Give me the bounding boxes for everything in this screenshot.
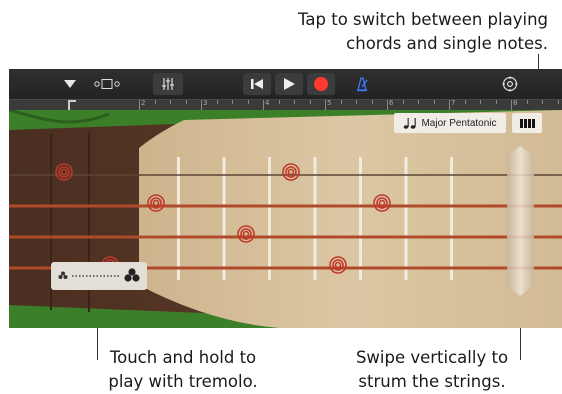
instrument-body xyxy=(9,110,562,328)
callout-text: Touch and hold to xyxy=(109,348,257,367)
ruler-number: 5 xyxy=(327,99,332,107)
ruler-tick xyxy=(557,100,559,104)
play-icon[interactable] xyxy=(275,73,303,95)
callout-text: Tap to switch between playing xyxy=(298,10,548,29)
ruler-number: 4 xyxy=(265,99,270,107)
ruler-number: 8 xyxy=(513,99,518,107)
wood-soundboard xyxy=(139,110,562,328)
ruler-tick xyxy=(464,100,466,104)
ruler-tick xyxy=(542,100,543,104)
scale-button[interactable]: Major Pentatonic xyxy=(394,113,506,133)
ruler-number: 6 xyxy=(389,99,394,107)
ruler-tick xyxy=(139,100,140,110)
ruler-tick xyxy=(201,100,202,110)
ruler-tick xyxy=(433,100,435,104)
ruler-tick xyxy=(294,100,295,104)
ruler-tick xyxy=(170,100,171,104)
rewind-icon[interactable] xyxy=(243,73,271,95)
garageband-screen: 2 3 4 5 6 7 8 Major Pentatonic xyxy=(9,69,562,328)
small-flower-icon xyxy=(58,271,68,279)
ruler-tick xyxy=(263,100,264,110)
ruler-tick xyxy=(340,100,342,104)
ruler-tick xyxy=(418,100,419,104)
instrument-stage: Major Pentatonic xyxy=(9,110,562,328)
mixer-icon[interactable] xyxy=(153,73,183,95)
music-notes-icon xyxy=(404,118,417,129)
callout-text: chords and single notes. xyxy=(346,34,548,53)
dropdown-icon[interactable] xyxy=(57,73,83,95)
strum-area[interactable] xyxy=(507,154,534,294)
chord-strips-icon xyxy=(519,118,523,128)
ruler-tick xyxy=(154,100,156,104)
ruler-tick xyxy=(232,100,233,104)
ruler-tick xyxy=(325,100,326,110)
ruler-tick xyxy=(480,100,481,104)
ruler-tick xyxy=(216,100,218,104)
ruler-tick xyxy=(247,100,249,104)
callout-chord-toggle: Tap to switch between playing chords and… xyxy=(298,8,548,56)
ruler-number: 7 xyxy=(451,99,456,107)
ruler-tick xyxy=(309,100,311,104)
tremolo-button[interactable] xyxy=(51,262,147,290)
callout-text: Swipe vertically to xyxy=(355,348,509,367)
timeline-ruler[interactable]: 2 3 4 5 6 7 8 xyxy=(9,99,562,111)
ruler-number: 3 xyxy=(203,99,208,107)
callout-text: strum the strings. xyxy=(358,372,506,391)
control-bar xyxy=(9,69,562,99)
ruler-tick xyxy=(511,100,512,110)
ruler-tick xyxy=(371,100,373,104)
settings-icon[interactable] xyxy=(497,73,523,95)
view-toggle-icon[interactable] xyxy=(91,73,123,95)
callout-text: play with tremolo. xyxy=(108,372,258,391)
ruler-tick xyxy=(449,100,450,110)
scale-label: Major Pentatonic xyxy=(421,117,497,129)
ruler-tick xyxy=(356,100,357,104)
record-icon[interactable] xyxy=(307,73,335,95)
ruler-tick xyxy=(278,100,280,104)
chord-notes-toggle[interactable] xyxy=(512,113,542,133)
ruler-tick xyxy=(402,100,404,104)
dotted-line xyxy=(72,275,120,277)
ruler-tick xyxy=(387,100,388,110)
metronome-icon[interactable] xyxy=(349,73,375,95)
ruler-tick xyxy=(495,100,497,104)
ruler-number: 2 xyxy=(141,99,146,107)
ruler-tick xyxy=(185,100,187,104)
large-flower-icon xyxy=(124,268,140,282)
ruler-tick xyxy=(526,100,528,104)
callout-strum: Swipe vertically to strum the strings. xyxy=(346,346,518,394)
callout-tremolo: Touch and hold to play with tremolo. xyxy=(100,346,266,394)
